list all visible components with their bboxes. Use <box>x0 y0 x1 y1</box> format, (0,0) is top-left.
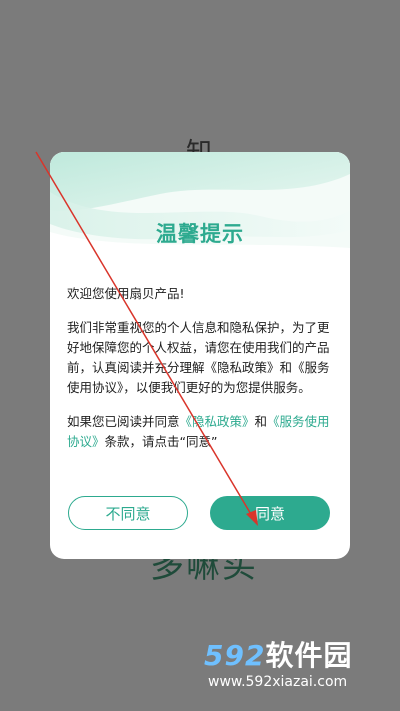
consent-suffix: 条款，请点击“同意” <box>104 434 218 449</box>
watermark-url: www.592xiazai.com <box>208 674 348 690</box>
watermark-logo-text: 软件园 <box>265 639 353 672</box>
disagree-button[interactable]: 不同意 <box>68 496 188 530</box>
dialog-body: 欢迎您使用扇贝产品! 我们非常重视您的个人信息和隐私保护，为了更好地保障您的个人… <box>67 284 333 466</box>
privacy-dialog: 温馨提示 欢迎您使用扇贝产品! 我们非常重视您的个人信息和隐私保护，为了更好地保… <box>50 152 350 559</box>
greeting-text: 欢迎您使用扇贝产品! <box>67 286 185 301</box>
watermark-logo-number: 592 <box>204 639 266 672</box>
site-watermark: 592软件园 www.592xiazai.com <box>204 640 394 706</box>
consent-and: 和 <box>254 414 268 429</box>
privacy-description-text: 我们非常重视您的个人信息和隐私保护，为了更好地保障您的个人权益，请您在使用我们的… <box>67 320 330 395</box>
watermark-logo: 592软件园 <box>204 640 394 672</box>
privacy-policy-link[interactable]: 《隐私政策》 <box>180 414 255 429</box>
consent-text: 如果您已阅读并同意《隐私政策》和《服务使用协议》条款，请点击“同意” <box>67 412 333 452</box>
dialog-title: 温馨提示 <box>156 222 244 246</box>
consent-prefix: 如果您已阅读并同意 <box>67 414 180 429</box>
agree-button[interactable]: 同意 <box>210 496 330 530</box>
